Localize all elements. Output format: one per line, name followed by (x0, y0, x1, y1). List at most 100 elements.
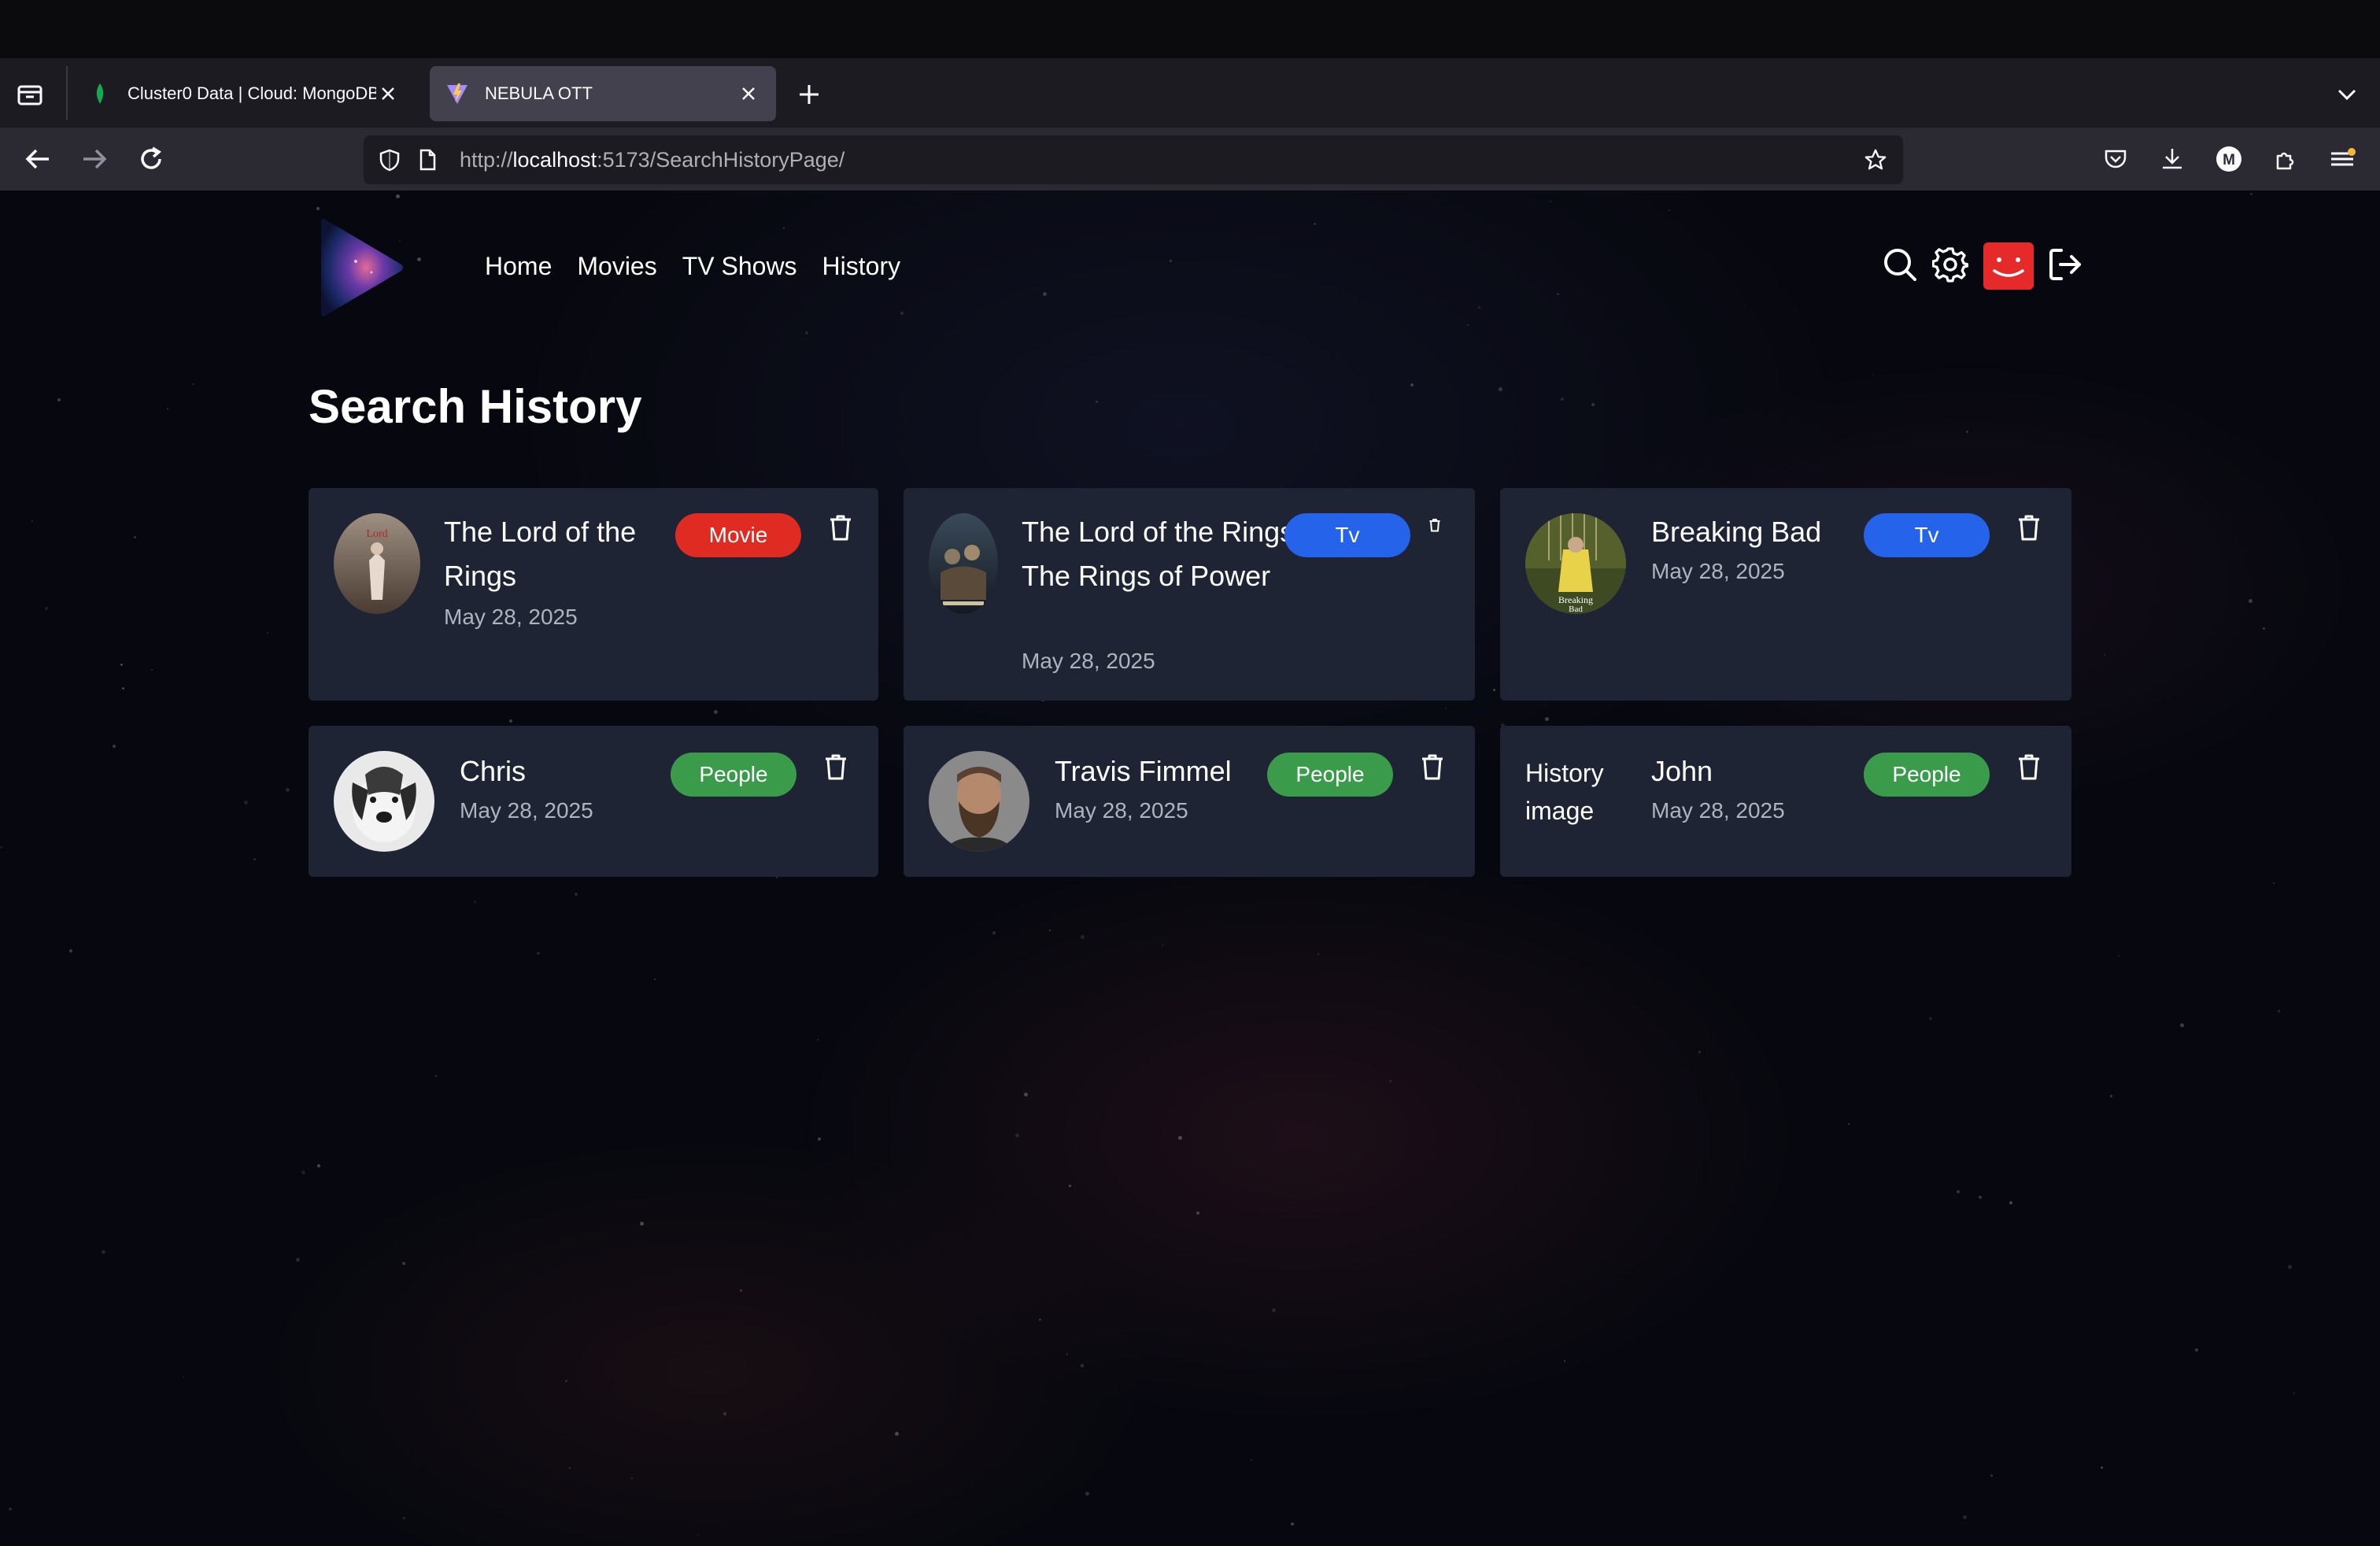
chevron-down-icon[interactable] (2331, 79, 2363, 110)
star-dot (1957, 1190, 1960, 1193)
logout-icon[interactable] (2046, 246, 2084, 283)
shield-icon[interactable] (378, 148, 401, 172)
history-title[interactable]: Chris (460, 749, 649, 793)
tab-separator (66, 66, 68, 120)
travis-fimmel-photo-image[interactable] (929, 751, 1029, 852)
type-badge: Tv (1284, 513, 1410, 557)
url-path: :5173/SearchHistoryPage/ (597, 148, 845, 172)
nav-home[interactable]: Home (485, 252, 552, 281)
close-icon[interactable] (376, 82, 400, 105)
star-dot (1872, 374, 1874, 375)
url-bar[interactable]: http://localhost:5173/SearchHistoryPage/ (364, 135, 1903, 184)
delete-icon[interactable] (825, 512, 856, 543)
account-avatar-icon[interactable]: M (2213, 143, 2245, 175)
star-dot (817, 1039, 819, 1041)
star-dot (1410, 383, 1414, 386)
history-date: May 28, 2025 (1651, 798, 1785, 823)
nav-history[interactable]: History (822, 252, 901, 281)
pocket-icon[interactable] (2100, 143, 2131, 175)
delete-icon[interactable] (1417, 751, 1448, 782)
star-dot (1069, 1185, 1071, 1187)
back-arrow-icon[interactable] (22, 143, 54, 175)
star-dot (2250, 193, 2252, 195)
site-logo[interactable] (316, 214, 406, 321)
star-dot (267, 632, 268, 634)
star-dot (253, 858, 256, 860)
star-dot (122, 687, 124, 690)
new-tab-button[interactable] (793, 79, 825, 110)
star-dot (2278, 1010, 2280, 1012)
star-dot (631, 1478, 633, 1479)
search-icon[interactable] (1881, 246, 1919, 283)
download-icon[interactable] (2156, 143, 2188, 175)
history-card[interactable]: Travis Fimmel May 28, 2025 People (904, 726, 1475, 877)
lotr-poster-image[interactable]: Lord (334, 513, 420, 614)
breaking-bad-poster-image[interactable]: Breaking Bad (1525, 513, 1626, 614)
star-icon[interactable] (1864, 148, 1887, 172)
history-card[interactable]: Breaking Bad Breaking Bad May 28, 2025 T… (1500, 488, 2071, 701)
url-text[interactable]: http://localhost:5173/SearchHistoryPage/ (460, 148, 844, 172)
star-dot (1291, 1522, 1294, 1526)
star-dot (575, 893, 578, 896)
reload-icon[interactable] (135, 143, 167, 175)
nav-movies[interactable]: Movies (577, 252, 656, 281)
history-date: May 28, 2025 (444, 605, 578, 629)
page-viewport: Home Movies TV Shows History Search Hist… (0, 190, 2380, 1546)
star-dot (301, 1171, 305, 1174)
history-title[interactable]: Travis Fimmel (1055, 749, 1259, 793)
menu-icon[interactable] (2326, 143, 2358, 175)
star-dot (697, 1534, 699, 1536)
vite-icon (445, 82, 469, 105)
star-dot (805, 331, 808, 335)
star-dot (654, 978, 656, 980)
close-icon[interactable] (737, 82, 760, 105)
star-dot (2249, 599, 2252, 603)
tab-nebula-ott[interactable]: NEBULA OTT (430, 66, 776, 121)
rings-of-power-poster-image[interactable] (929, 513, 998, 614)
history-card[interactable]: Lord The Lord of the Rings May 28, 2025 … (309, 488, 878, 701)
user-avatar[interactable] (1983, 242, 2034, 290)
history-card[interactable]: Chris May 28, 2025 People (309, 726, 878, 877)
star-dot (895, 1432, 899, 1436)
forward-arrow-icon[interactable] (79, 143, 110, 175)
history-title[interactable]: John (1651, 749, 1840, 793)
history-title[interactable]: The Lord of the Rings: The Rings of Powe… (1022, 510, 1305, 598)
broken-image-alt: History image (1525, 759, 1604, 825)
delete-icon[interactable] (820, 751, 852, 782)
star-dot (69, 949, 72, 952)
tab-overview-icon[interactable] (14, 79, 46, 110)
page-icon[interactable] (416, 148, 439, 172)
browser-navbar: http://localhost:5173/SearchHistoryPage/… (0, 128, 2380, 190)
nav-tv-shows[interactable]: TV Shows (682, 252, 797, 281)
star-dot (2195, 1348, 2198, 1352)
star-dot (1963, 1515, 1967, 1519)
mongodb-leaf-icon (88, 82, 112, 105)
star-dot (183, 1376, 184, 1378)
history-title[interactable]: Breaking Bad (1651, 510, 1840, 554)
star-dot (509, 719, 512, 723)
delete-icon[interactable] (2013, 751, 2045, 782)
extensions-icon[interactable] (2270, 143, 2301, 175)
tab-title: Cluster0 Data | Cloud: MongoDB (128, 83, 376, 103)
star-dot (1024, 1093, 1028, 1097)
gear-icon[interactable] (1931, 246, 1969, 283)
history-card[interactable]: The Lord of the Rings: The Rings of Powe… (904, 488, 1475, 701)
delete-icon[interactable] (2013, 512, 2045, 543)
star-dot (783, 227, 785, 229)
star-dot (45, 607, 48, 610)
star-dot (9, 1507, 12, 1511)
star-dot (2293, 1393, 2295, 1394)
star-dot (167, 408, 168, 409)
history-date: May 28, 2025 (460, 798, 593, 823)
url-scheme: http:// (460, 148, 513, 172)
star-dot (2104, 654, 2105, 656)
star-dot (992, 931, 996, 934)
tab-mongodb[interactable]: Cluster0 Data | Cloud: MongoDB (72, 66, 416, 121)
history-card[interactable]: History image John May 28, 2025 People (1500, 726, 2071, 877)
history-title[interactable]: The Lord of the Rings (444, 510, 680, 598)
star-dot (2110, 1095, 2112, 1097)
star-dot (1848, 1123, 1850, 1125)
delete-icon[interactable] (1426, 516, 1443, 534)
dog-photo-image[interactable] (334, 751, 434, 852)
star-dot (1081, 1364, 1084, 1367)
